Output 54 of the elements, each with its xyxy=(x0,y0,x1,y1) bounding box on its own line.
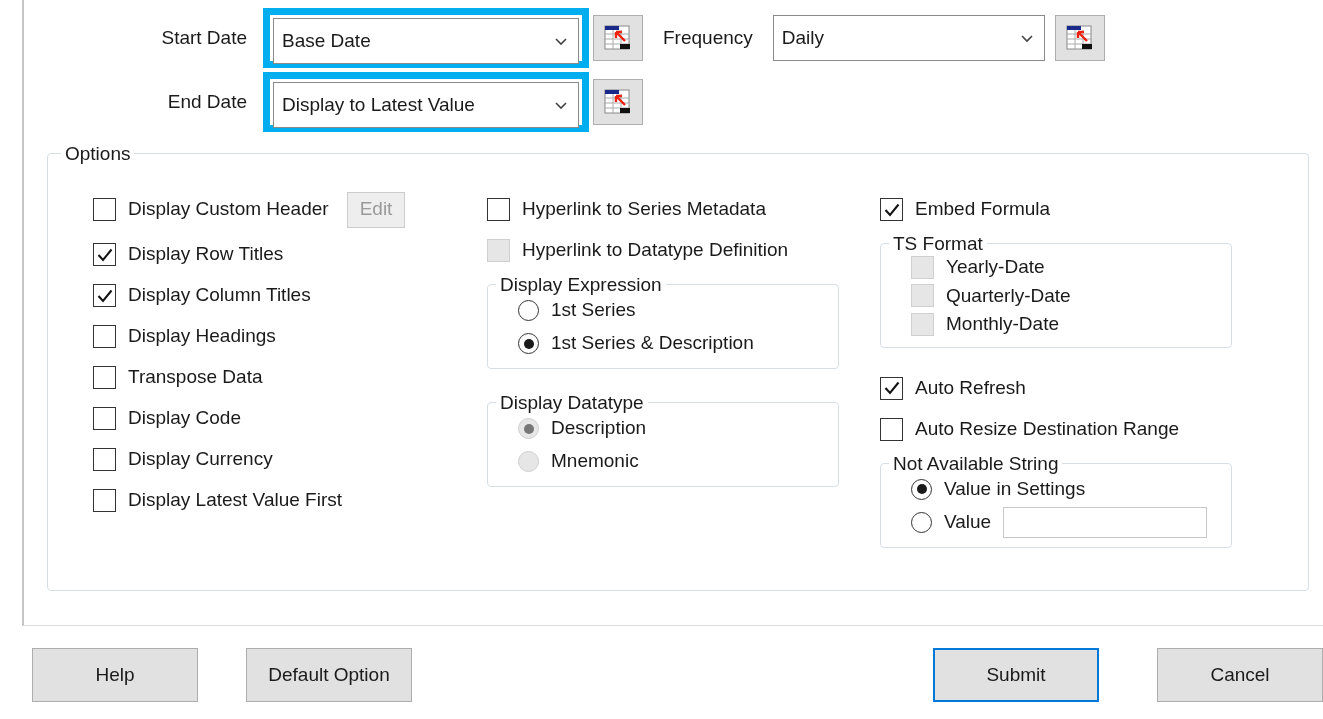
checkbox-label[interactable]: Transpose Data xyxy=(128,363,263,392)
picker-button[interactable] xyxy=(593,79,643,125)
checkbox[interactable] xyxy=(93,198,116,221)
checkbox[interactable] xyxy=(93,366,116,389)
checkbox-label[interactable]: Embed Formula xyxy=(915,195,1051,224)
checkbox-label[interactable]: Display Headings xyxy=(128,322,276,351)
checkbox[interactable] xyxy=(93,489,116,512)
dropdown[interactable]: Base Date xyxy=(273,18,579,64)
picker-button[interactable] xyxy=(1054,15,1105,61)
checkbox-label[interactable]: Display Currency xyxy=(128,445,273,474)
checkbox[interactable] xyxy=(93,284,116,307)
field-label: Frequency xyxy=(663,25,753,50)
checkbox[interactable] xyxy=(93,243,116,266)
chevron-icon xyxy=(554,36,568,46)
field-label: End Date xyxy=(166,89,247,114)
radio-label[interactable]: 1st Series xyxy=(551,296,636,325)
checkbox[interactable] xyxy=(93,448,116,471)
radio-button[interactable] xyxy=(911,511,932,533)
input-field[interactable] xyxy=(1003,506,1208,538)
checkbox[interactable] xyxy=(93,407,116,430)
checkbox-label[interactable]: Display Row Titles xyxy=(128,240,284,269)
checkbox[interactable] xyxy=(880,198,903,221)
radio-label[interactable]: Value xyxy=(944,507,992,537)
dialog-button[interactable]: Default Option xyxy=(246,648,412,702)
dropdown[interactable]: Display to Latest Value xyxy=(273,82,579,128)
checkbox[interactable] xyxy=(880,417,903,441)
radio-button[interactable] xyxy=(518,333,539,354)
dialog-button[interactable]: Help xyxy=(32,648,198,702)
checkbox[interactable] xyxy=(880,376,903,400)
checkbox-label[interactable]: Display Custom Header xyxy=(128,195,329,224)
radio-label[interactable]: 1st Series & Description xyxy=(551,329,754,358)
radio-button[interactable] xyxy=(518,300,539,321)
checkbox-label[interactable]: Auto Refresh xyxy=(915,373,1026,403)
dropdown[interactable]: Daily xyxy=(772,15,1045,61)
radio-button[interactable] xyxy=(911,478,932,500)
chevron-icon xyxy=(554,100,568,110)
checkbox-label[interactable]: Display Latest Value First xyxy=(128,486,342,515)
checkbox[interactable] xyxy=(93,325,116,348)
checkbox-label[interactable]: Auto Resize Destination Range xyxy=(915,414,1180,444)
group-title: Not Available String xyxy=(892,453,1060,473)
radio-label[interactable]: Value in Settings xyxy=(944,474,1086,504)
group-title: Display Expression xyxy=(499,275,663,294)
checkbox-label[interactable]: Display Column Titles xyxy=(128,281,311,310)
picker-button[interactable] xyxy=(593,15,643,61)
group-title: Display Datatype xyxy=(499,393,645,412)
dialog-button[interactable]: Cancel xyxy=(1157,648,1323,702)
group-title: TS Format xyxy=(892,234,984,253)
group-title: Options xyxy=(64,144,132,163)
checkbox-label[interactable]: Hyperlink to Series Metadata xyxy=(522,195,766,224)
field-label: Start Date xyxy=(160,25,247,50)
checkbox[interactable] xyxy=(487,198,510,221)
dialog-button[interactable]: Submit xyxy=(933,648,1099,702)
checkbox-label[interactable]: Display Code xyxy=(128,404,241,433)
chevron-icon xyxy=(1019,33,1034,43)
